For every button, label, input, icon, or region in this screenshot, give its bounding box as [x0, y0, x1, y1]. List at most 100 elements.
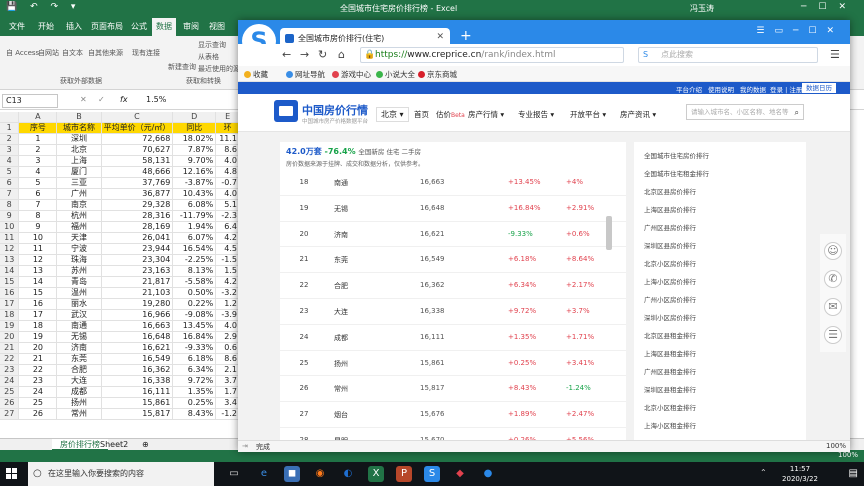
table-cell[interactable]: 8 [18, 210, 58, 223]
ranking-row[interactable]: 27 烟台 15,676 +1.89% +2.47% [280, 402, 626, 428]
table-cell[interactable]: 6.07% [172, 232, 217, 245]
table-cell[interactable]: 17 [18, 309, 58, 322]
link-login-register[interactable]: 登录 | 注册 [770, 84, 802, 94]
ranking-scrollbar[interactable] [606, 216, 612, 250]
table-cell[interactable]: 25 [18, 397, 58, 410]
rank-city[interactable]: 烟台 [334, 410, 348, 420]
close-tab-icon[interactable]: ✕ [436, 32, 444, 42]
chat-bot-icon[interactable]: ☺ [824, 242, 842, 260]
table-cell[interactable]: 8.43% [172, 408, 217, 421]
fx-icon[interactable]: fx [120, 95, 128, 104]
table-cell[interactable]: 15,861 [101, 397, 174, 410]
notification-icon[interactable]: ▤ [849, 468, 858, 479]
table-cell[interactable]: -9.33% [172, 342, 217, 355]
table-cell[interactable]: -3.2 [215, 287, 240, 300]
table-cell[interactable]: 16,111 [101, 386, 174, 399]
bookmark-nav[interactable]: 网址导航 [286, 69, 325, 80]
table-cell[interactable]: 12 [18, 254, 58, 267]
table-cell[interactable]: 济南 [56, 342, 102, 355]
table-cell[interactable]: 19 [18, 331, 58, 344]
table-cell[interactable]: -3.87% [172, 177, 217, 190]
data-calendar-button[interactable]: 数据日历 [802, 83, 836, 93]
table-cell[interactable]: 7 [18, 199, 58, 212]
rank-city[interactable]: 合肥 [334, 281, 348, 291]
table-cell[interactable]: 23,163 [101, 265, 174, 278]
table-cell[interactable]: 珠海 [56, 254, 102, 267]
link-my-data[interactable]: 我的数据 [740, 84, 766, 94]
tray-icons[interactable]: ⌃ [760, 468, 767, 477]
ranking-row[interactable]: 23 大连 16,338 +9.72% +3.7% [280, 299, 626, 325]
table-cell[interactable]: 14 [18, 276, 58, 289]
table-cell[interactable]: 3.4 [215, 397, 240, 410]
table-cell[interactable]: -2.25% [172, 254, 217, 267]
rank-city[interactable]: 常州 [334, 384, 348, 394]
nav-market[interactable]: 房产行情 ▾ [468, 109, 504, 120]
table-cell[interactable]: 广州 [56, 188, 102, 201]
table-cell[interactable]: -5.58% [172, 276, 217, 289]
search-engine-icon[interactable]: S [643, 48, 648, 62]
table-cell[interactable]: 70,627 [101, 144, 174, 157]
firefox-icon[interactable]: ◉ [312, 466, 328, 482]
site-search-icon[interactable]: ⌕ [795, 106, 799, 120]
table-cell[interactable]: 28,169 [101, 221, 174, 234]
table-cell[interactable]: 6.34% [172, 364, 217, 377]
tab-data[interactable]: 数据 [152, 18, 176, 36]
table-cell[interactable]: -1.5 [215, 254, 240, 267]
table-cell[interactable]: 23,944 [101, 243, 174, 256]
table-cell[interactable]: 6.4 [215, 221, 240, 234]
table-cell[interactable]: 18.02% [172, 133, 217, 146]
app-icon[interactable]: ◆ [452, 466, 468, 482]
ranking-row[interactable]: 20 济南 16,621 -9.33% +0.6% [280, 222, 626, 248]
link-usage-guide[interactable]: 使用说明 [708, 84, 734, 94]
table-cell[interactable]: 16 [18, 298, 58, 311]
table-cell[interactable]: 16,663 [101, 320, 174, 333]
table-cell[interactable]: 4.8 [215, 166, 240, 179]
table-cell[interactable]: 21,103 [101, 287, 174, 300]
excel-taskbar-icon[interactable]: X [368, 466, 384, 482]
table-cell[interactable]: 5 [18, 177, 58, 190]
ranking-row[interactable]: 21 东莞 16,549 +6.18% +8.64% [280, 247, 626, 274]
table-cell[interactable]: 8.6 [215, 144, 240, 157]
sogou-browser-icon[interactable]: S [424, 466, 440, 482]
side-ranking-link[interactable]: 北京小区租金排行 [644, 402, 696, 412]
table-cell[interactable]: 南京 [56, 199, 102, 212]
table-cell[interactable]: 26,041 [101, 232, 174, 245]
table-cell[interactable]: -11.79% [172, 210, 217, 223]
table-cell[interactable]: 16,338 [101, 375, 174, 388]
side-ranking-link[interactable]: 北京区县租金排行 [644, 330, 696, 340]
table-cell[interactable]: 8.6 [215, 353, 240, 366]
new-tab-button[interactable]: + [460, 28, 472, 44]
table-cell[interactable]: 23 [18, 375, 58, 388]
table-cell[interactable]: 1 [18, 133, 58, 146]
tab-file[interactable]: 文件 [4, 18, 30, 36]
table-cell[interactable]: -9.08% [172, 309, 217, 322]
address-bar[interactable]: 🔒 https://www.creprice.cn/rank/index.htm… [360, 47, 624, 63]
user-name[interactable]: 冯玉涛 [690, 3, 714, 14]
app2-icon[interactable]: ● [480, 466, 496, 482]
table-cell[interactable]: 16.54% [172, 243, 217, 256]
table-cell[interactable]: 无锡 [56, 331, 102, 344]
side-ranking-link[interactable]: 深圳小区房价排行 [644, 312, 696, 322]
table-cell[interactable]: 厦门 [56, 166, 102, 179]
table-cell[interactable]: 深圳 [56, 133, 102, 146]
existing-connections-button[interactable]: 现有连接 [132, 48, 160, 58]
nav-news[interactable]: 房产资讯 ▾ [620, 109, 656, 120]
table-cell[interactable]: 37,769 [101, 177, 174, 190]
table-cell[interactable]: 苏州 [56, 265, 102, 278]
edge-icon[interactable]: e [256, 466, 272, 482]
table-cell[interactable]: 天津 [56, 232, 102, 245]
enter-icon[interactable]: ✓ [98, 95, 105, 104]
table-cell[interactable]: 青岛 [56, 276, 102, 289]
table-cell[interactable]: 16,621 [101, 342, 174, 355]
table-cell[interactable]: 8.13% [172, 265, 217, 278]
ranking-row[interactable]: 22 合肥 16,362 +6.34% +2.17% [280, 273, 626, 299]
store-icon[interactable]: ◼ [284, 466, 300, 482]
powerpoint-icon[interactable]: P [396, 466, 412, 482]
table-cell[interactable]: 常州 [56, 408, 102, 421]
rank-city[interactable]: 东莞 [334, 255, 348, 265]
rank-city[interactable]: 南通 [334, 178, 348, 188]
message-icon[interactable]: ✉ [824, 298, 842, 316]
table-cell[interactable]: 大连 [56, 375, 102, 388]
table-cell[interactable]: 扬州 [56, 397, 102, 410]
from-web-button[interactable]: 自网站 [38, 48, 59, 58]
